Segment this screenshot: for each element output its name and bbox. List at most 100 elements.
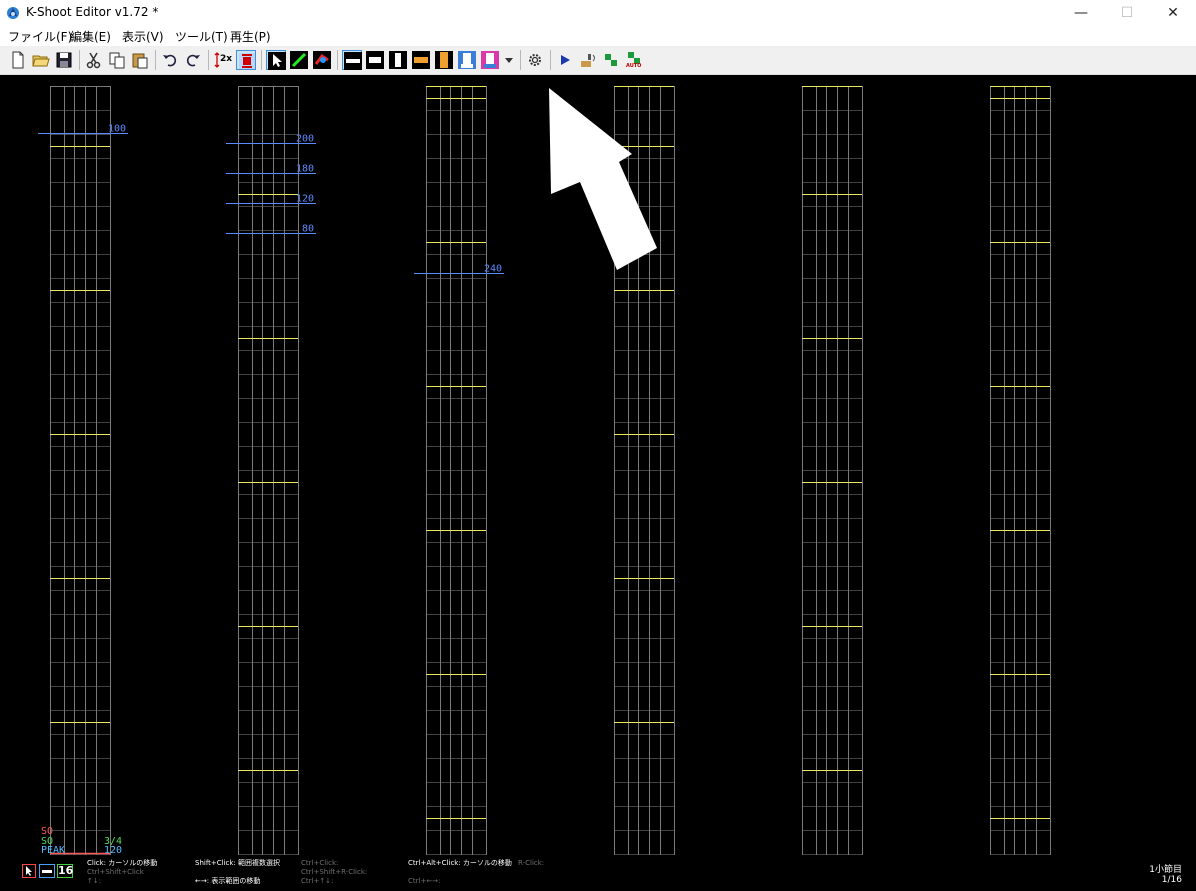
menu-bar: ファイル(F) 編集(E) 表示(V) ツール(T) 再生(P) (0, 26, 1196, 46)
zoom-2x-label: 2x (220, 54, 233, 64)
save-button[interactable] (54, 50, 74, 70)
hint-ctrl-left-right: Ctrl+←→: (408, 877, 441, 885)
cut-button[interactable] (84, 50, 104, 70)
window-title: K-Shoot Editor v1.72 * (26, 5, 159, 19)
peak-value: 120 (104, 845, 123, 856)
hint-ctrl-up-down: Ctrl+↑↓: (301, 877, 334, 885)
undo-icon (163, 54, 177, 67)
redo-icon (186, 54, 200, 67)
play-button[interactable] (555, 50, 575, 70)
open-folder-icon (32, 55, 50, 67)
toolbar-separator (79, 50, 80, 70)
fx-chip-icon (389, 51, 407, 69)
hint-ctrl-click: Ctrl+Click: (301, 859, 339, 867)
cursor-tool-button[interactable] (266, 50, 286, 70)
menu-edit[interactable]: 編集(E) (70, 28, 111, 45)
toolbar-separator (155, 50, 156, 70)
laser-right-tool-button[interactable] (312, 50, 332, 70)
toolbar-separator (550, 50, 551, 70)
paste-icon (132, 53, 148, 69)
pointer-arrow-overlay (549, 88, 657, 270)
play-sound-icon (581, 54, 595, 67)
hint-ctrl-alt-click: Ctrl+Alt+Click: カーソルの移動 (408, 859, 512, 867)
snap-value[interactable]: 16 (57, 864, 73, 878)
hint-ctrl-shift-rclick: Ctrl+Shift+R-Click: (301, 868, 368, 876)
fx-chip-button[interactable] (388, 50, 408, 70)
bpm-value-label: 120 (296, 194, 314, 205)
bpm-value-label: 180 (296, 164, 314, 175)
mode-cursor-icon[interactable] (22, 864, 36, 878)
autoplay-icon (605, 54, 617, 66)
bt-long-icon (366, 51, 384, 69)
bt-chip-icon (344, 52, 362, 70)
menu-tools[interactable]: ツール(T) (175, 28, 228, 45)
copy-icon (109, 52, 125, 69)
copy-button[interactable] (107, 50, 127, 70)
bt-chip-button[interactable] (342, 50, 362, 70)
chart-column-1[interactable] (238, 86, 299, 855)
cut-icon (86, 52, 101, 69)
menu-view[interactable]: 表示(V) (122, 28, 164, 45)
settings-gear-button[interactable] (525, 50, 545, 70)
zoom-2x-button[interactable]: 2x (213, 50, 233, 70)
chart-column-0[interactable] (50, 86, 111, 855)
fx-long-orange-button[interactable] (434, 50, 454, 70)
fx-long-icon (412, 51, 430, 69)
dropdown-arrow-button[interactable] (503, 50, 515, 70)
chart-column-5[interactable] (990, 86, 1051, 855)
undo-button[interactable] (160, 50, 180, 70)
toolbar-separator (337, 50, 338, 70)
new-file-icon (12, 51, 24, 69)
app-icon (7, 7, 19, 19)
minimize-button[interactable]: — (1058, 0, 1104, 26)
laser-left-tool-button[interactable] (289, 50, 309, 70)
measure-info: 1小節目 1/16 (1149, 865, 1182, 885)
fx-long-orange-icon (435, 51, 453, 69)
play-sound-button[interactable] (578, 50, 598, 70)
laser-pink-button[interactable] (480, 50, 500, 70)
bt-long-button[interactable] (365, 50, 385, 70)
laser-left-tool-icon (290, 51, 308, 69)
autoplay-all-button[interactable]: AUTO (624, 50, 644, 70)
chart-column-2[interactable] (426, 86, 487, 855)
paste-button[interactable] (130, 50, 150, 70)
menu-play[interactable]: 再生(P) (230, 28, 271, 45)
laser-blue-button[interactable] (457, 50, 477, 70)
close-button[interactable]: ✕ (1150, 0, 1196, 26)
bpm-value-label: 240 (484, 264, 502, 275)
new-file-button[interactable] (8, 50, 28, 70)
settings-gear-icon (529, 54, 541, 66)
cursor-tool-icon (268, 52, 286, 70)
play-icon (561, 55, 570, 65)
laser-pink-icon (481, 51, 499, 69)
toolbar-separator (520, 50, 521, 70)
measure-division: 1/16 (1161, 875, 1182, 885)
chart-column-4[interactable] (802, 86, 863, 855)
hint-ctrl-shift-click: Ctrl+Shift+Click (87, 868, 144, 876)
peak-label: PEAK (41, 845, 66, 856)
title-bar: K-Shoot Editor v1.72 * — ☐ ✕ (0, 0, 1196, 26)
autoplay-button[interactable] (601, 50, 621, 70)
hint-click: Click: カーソルの移動 (87, 859, 158, 867)
laser-right-tool-icon (313, 51, 331, 69)
mode-bt-icon[interactable] (39, 864, 55, 878)
autoplay-all-label: AUTO (626, 63, 642, 69)
laser-blue-icon (458, 51, 476, 69)
menu-file[interactable]: ファイル(F) (8, 28, 72, 45)
toolbar-separator (208, 50, 209, 70)
bpm-value-label: 80 (302, 224, 314, 235)
open-folder-button[interactable] (31, 50, 51, 70)
hint-left-right: ←→: 表示範囲の移動 (195, 877, 261, 885)
toolbar-separator (261, 50, 262, 70)
save-icon (56, 52, 72, 68)
maximize-button[interactable]: ☐ (1104, 0, 1150, 26)
fx-long-button[interactable] (411, 50, 431, 70)
bpm-marker-icon (239, 53, 255, 69)
hint-r-click: R-Click: (518, 859, 545, 867)
toolbar: 2x AUTO (0, 46, 1196, 75)
bpm-value-label: 200 (296, 134, 314, 145)
bpm-marker-button[interactable] (236, 50, 256, 70)
hint-up-down: ↑↓: (87, 877, 102, 885)
dropdown-arrow-icon (505, 58, 513, 63)
redo-button[interactable] (183, 50, 203, 70)
